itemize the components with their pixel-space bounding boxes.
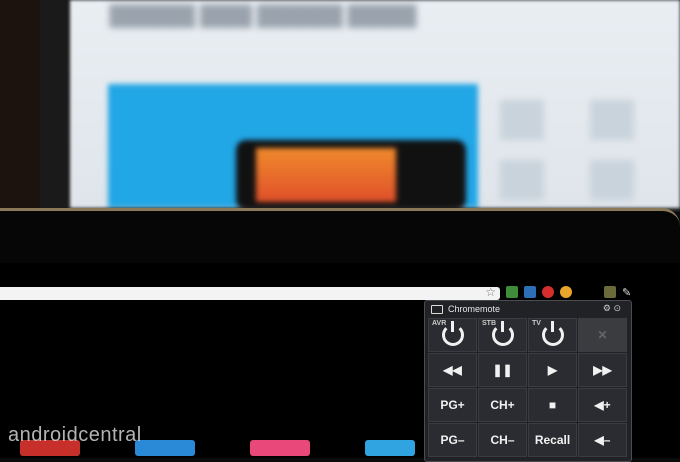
extension-icon[interactable] — [542, 286, 554, 298]
blurred-phone-screen — [256, 148, 396, 202]
power-icon — [541, 321, 564, 346]
channel-up-button[interactable]: CH+ — [478, 388, 527, 422]
blurred-webpage: ▇▇▇▇▇ ▇▇▇ ▇▇▇▇▇ ▇▇▇▇ — [70, 0, 680, 208]
blurred-phone — [236, 140, 466, 208]
stb-power-button[interactable]: STB — [478, 318, 527, 352]
volume-down-button[interactable]: ◀– — [578, 423, 627, 457]
recall-button[interactable]: Recall — [528, 423, 577, 457]
settings-icon[interactable]: ⚙ ⊙ — [603, 303, 621, 314]
blurred-thumbnail — [500, 160, 544, 200]
avr-label: AVR — [432, 320, 447, 327]
fast-forward-button[interactable]: ▶▶ — [578, 353, 627, 387]
address-bar[interactable]: ☆ — [0, 285, 500, 300]
page-down-button[interactable]: PG– — [428, 423, 477, 457]
watermark: androidcentral — [8, 424, 142, 446]
avr-power-button[interactable]: AVR — [428, 318, 477, 352]
popup-title: Chromemote — [431, 304, 500, 314]
app-shortcut[interactable] — [135, 440, 195, 456]
tv-label: TV — [532, 320, 541, 327]
blurred-thumbnail — [590, 100, 634, 140]
app-shortcut[interactable] — [365, 440, 415, 456]
wrench-icon[interactable]: ✎ — [622, 286, 634, 299]
blurred-thumbnail — [590, 160, 634, 200]
extension-icon[interactable] — [560, 286, 572, 298]
background-monitor: ▇▇▇▇▇ ▇▇▇ ▇▇▇▇▇ ▇▇▇▇ — [30, 0, 680, 212]
page-up-button[interactable]: PG+ — [428, 388, 477, 422]
pause-button[interactable]: ❚❚ — [478, 353, 527, 387]
tv-power-button[interactable]: TV — [528, 318, 577, 352]
stop-button[interactable]: ■ — [528, 388, 577, 422]
play-button[interactable]: ▶ — [528, 353, 577, 387]
star-icon[interactable]: ☆ — [485, 285, 496, 299]
chromemote-extension-icon[interactable] — [604, 286, 616, 298]
app-shortcut[interactable] — [250, 440, 310, 456]
channel-down-button[interactable]: CH– — [478, 423, 527, 457]
blurred-thumbnail — [500, 100, 544, 140]
tv-icon — [431, 304, 443, 314]
chromemote-popup: Chromemote ⚙ ⊙ AVR STB TV ✕ ◀◀ ❚❚ ▶ ▶▶ P… — [424, 300, 632, 462]
extension-icon[interactable] — [524, 286, 536, 298]
blurred-hero-image — [108, 84, 478, 208]
extension-icon[interactable] — [506, 286, 518, 298]
stb-label: STB — [482, 320, 496, 327]
power-icon — [441, 321, 464, 346]
rewind-button[interactable]: ◀◀ — [428, 353, 477, 387]
disabled-button: ✕ — [578, 318, 627, 352]
volume-up-button[interactable]: ◀+ — [578, 388, 627, 422]
power-icon — [491, 321, 514, 346]
background-wall — [0, 0, 40, 212]
popup-title-text: Chromemote — [448, 304, 501, 314]
blurred-headline: ▇▇▇▇▇ ▇▇▇ ▇▇▇▇▇ ▇▇▇▇ — [110, 2, 416, 27]
